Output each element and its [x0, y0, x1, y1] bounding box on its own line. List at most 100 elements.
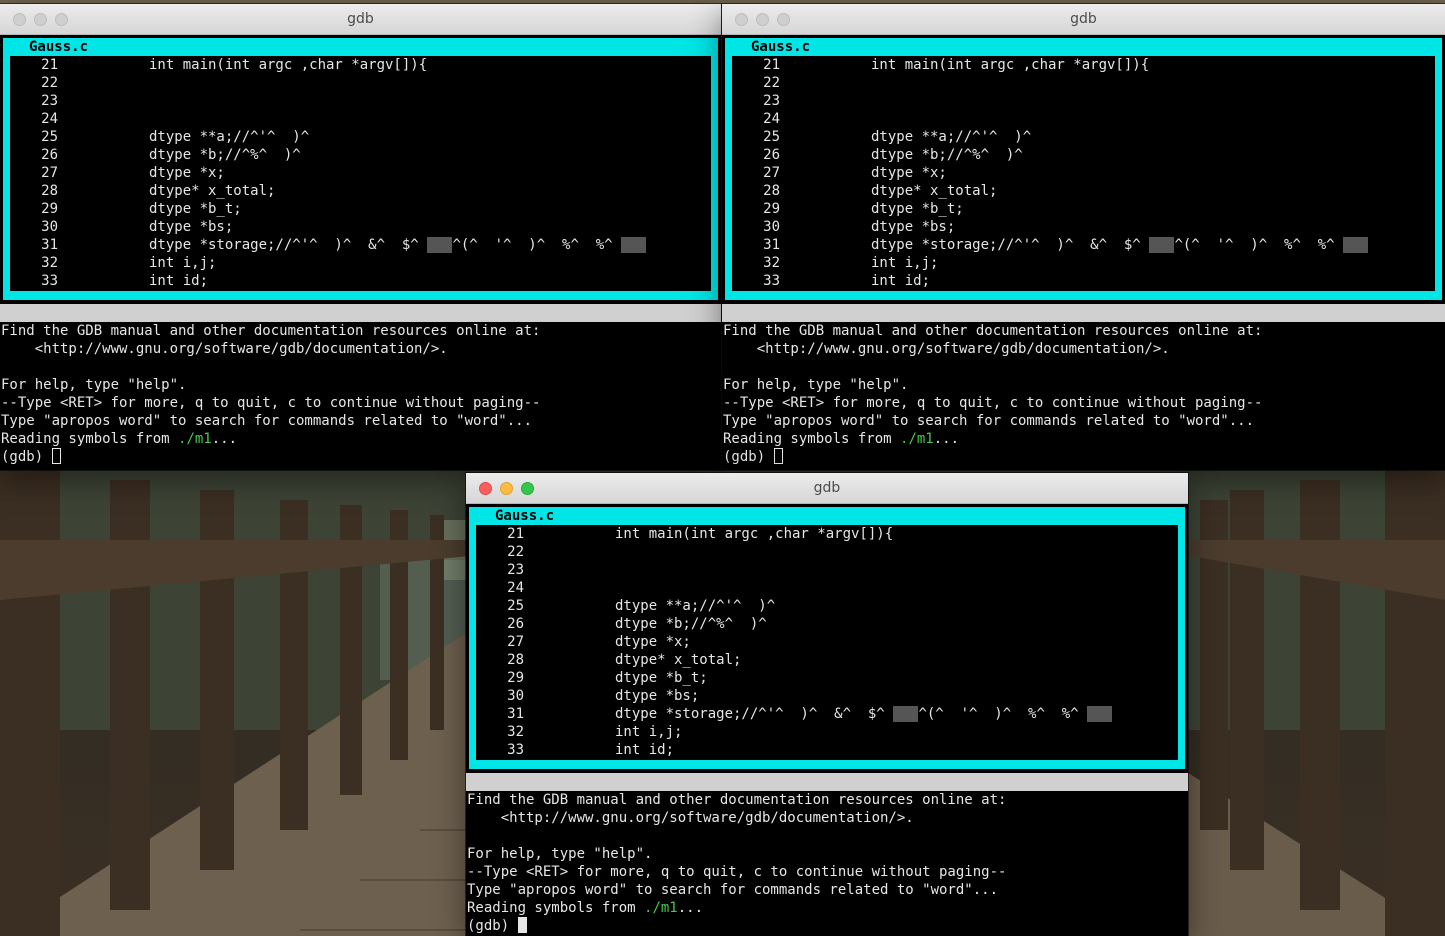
- code-fragment: dtype *storage;//^'^ )^ &^ $^: [871, 237, 1150, 253]
- line-number: 33: [507, 742, 524, 758]
- line-number: 26: [763, 147, 780, 163]
- command-console[interactable]: Find the GDB manual and other documentat…: [1, 322, 721, 466]
- console-line: <http://www.gnu.org/software/gdb/documen…: [467, 810, 914, 826]
- terminal[interactable]: Gauss.c 21 int main(int argc ,char *argv[…: [0, 35, 721, 470]
- line-number: 29: [41, 201, 58, 217]
- reading-prefix: Reading symbols from: [467, 900, 645, 916]
- unprintable-char-block: [1087, 706, 1113, 722]
- source-line: 27 dtype *x;: [10, 164, 711, 182]
- unprintable-char-block: [1149, 237, 1175, 253]
- gdb-window-3[interactable]: gdb Gauss.c 21 int main(int argc ,char *a…: [466, 473, 1188, 936]
- line-number: 32: [763, 255, 780, 271]
- title-bar[interactable]: gdb: [0, 4, 721, 35]
- source-line: 29 dtype *b_t;: [732, 200, 1435, 218]
- reading-prefix: Reading symbols from: [1, 431, 179, 447]
- binary-path: ./m1: [900, 431, 934, 447]
- line-number: 29: [763, 201, 780, 217]
- source-line: 28 dtype* x_total;: [476, 651, 1178, 669]
- line-number: 25: [507, 598, 524, 614]
- source-code: int id;: [871, 273, 931, 289]
- title-bar[interactable]: gdb: [466, 473, 1188, 504]
- source-line: 26 dtype *b;//^%^ )^: [476, 615, 1178, 633]
- source-line: 26 dtype *b;//^%^ )^: [10, 146, 711, 164]
- console-line: Find the GDB manual and other documentat…: [723, 323, 1263, 339]
- source-line: 29 dtype *b_t;: [476, 669, 1178, 687]
- line-number: 31: [41, 237, 58, 253]
- source-line: 26 dtype *b;//^%^ )^: [732, 146, 1435, 164]
- code-fragment: dtype *storage;//^'^ )^ &^ $^: [615, 706, 894, 722]
- title-bar[interactable]: gdb: [722, 4, 1445, 35]
- source-code: dtype *bs;: [149, 219, 234, 235]
- source-panel[interactable]: Gauss.c 21 int main(int argc ,char *argv[…: [469, 507, 1185, 769]
- source-code: dtype *b_t;: [615, 670, 708, 686]
- source-code: int main(int argc ,char *argv[]){: [871, 57, 1150, 73]
- line-number: 33: [41, 273, 58, 289]
- source-listing[interactable]: 21 int main(int argc ,char *argv[]){22 23 2…: [732, 56, 1435, 291]
- source-panel[interactable]: Gauss.c 21 int main(int argc ,char *argv[…: [3, 38, 718, 300]
- gdb-window-2[interactable]: gdb Gauss.c 21 int main(int argc ,char *a…: [722, 4, 1445, 470]
- source-code: dtype *x;: [149, 165, 225, 181]
- source-code: dtype **a;//^'^ )^: [871, 129, 1032, 145]
- source-line: 24: [10, 110, 711, 128]
- status-bar: exec No process In: L?? PC: ??: [722, 304, 1445, 375]
- source-line: 31 dtype *storage;//^'^ )^ &^ $^ ^(^ '^ )…: [10, 236, 711, 254]
- source-line: 27 dtype *x;: [476, 633, 1178, 651]
- terminal[interactable]: Gauss.c 21 int main(int argc ,char *argv[…: [722, 35, 1445, 470]
- prompt-line[interactable]: (gdb): [723, 448, 1445, 466]
- source-listing[interactable]: 21 int main(int argc ,char *argv[]){22 23 2…: [476, 525, 1178, 760]
- source-line: 25 dtype **a;//^'^ )^: [732, 128, 1435, 146]
- prompt-line[interactable]: (gdb): [467, 917, 1188, 935]
- line-number: 28: [41, 183, 58, 199]
- source-line: 33 int id;: [10, 272, 711, 290]
- source-code: dtype *b;//^%^ )^: [149, 147, 301, 163]
- line-number: 27: [763, 165, 780, 181]
- line-number: 24: [763, 111, 780, 127]
- source-line: 30 dtype *bs;: [10, 218, 711, 236]
- console-line: For help, type "help".: [723, 377, 909, 393]
- line-number: 31: [507, 706, 524, 722]
- source-line: 32 int i,j;: [476, 723, 1178, 741]
- source-code: dtype **a;//^'^ )^: [149, 129, 310, 145]
- source-line: 32 int i,j;: [10, 254, 711, 272]
- source-file-label: Gauss.c: [27, 38, 91, 56]
- command-console[interactable]: Find the GDB manual and other documentat…: [723, 322, 1445, 466]
- reading-symbols-line: Reading symbols from ./m1...: [723, 430, 1445, 448]
- source-code: int id;: [615, 742, 675, 758]
- prompt-line[interactable]: (gdb): [1, 448, 721, 466]
- line-number: 28: [507, 652, 524, 668]
- line-number: 21: [41, 57, 58, 73]
- console-line: <http://www.gnu.org/software/gdb/documen…: [723, 341, 1170, 357]
- source-line: 29 dtype *b_t;: [10, 200, 711, 218]
- source-code: dtype *b_t;: [149, 201, 242, 217]
- console-line: Type "apropos word" to search for comman…: [1, 413, 533, 429]
- reading-suffix: ...: [211, 431, 238, 447]
- line-number: 22: [763, 75, 780, 91]
- gdb-prompt: (gdb): [467, 918, 518, 934]
- source-panel[interactable]: Gauss.c 21 int main(int argc ,char *argv[…: [725, 38, 1442, 300]
- gdb-window-1[interactable]: gdb Gauss.c 21 int main(int argc ,char *a…: [0, 4, 721, 470]
- line-number: 24: [41, 111, 58, 127]
- terminal[interactable]: Gauss.c 21 int main(int argc ,char *argv[…: [466, 504, 1188, 936]
- source-listing[interactable]: 21 int main(int argc ,char *argv[]){22 23 2…: [10, 56, 711, 291]
- source-code: dtype *bs;: [615, 688, 700, 704]
- command-console[interactable]: Find the GDB manual and other documentat…: [467, 791, 1188, 935]
- console-line: Find the GDB manual and other documentat…: [467, 792, 1007, 808]
- source-line: 21 int main(int argc ,char *argv[]){: [10, 56, 711, 74]
- console-line: For help, type "help".: [467, 846, 653, 862]
- line-number: 23: [763, 93, 780, 109]
- source-code: dtype* x_total;: [615, 652, 742, 668]
- window-title: gdb: [1070, 11, 1097, 27]
- source-code: int i,j;: [149, 255, 217, 271]
- gdb-prompt: (gdb): [1, 449, 52, 465]
- source-line: 22: [476, 543, 1178, 561]
- code-fragment: ^(^ '^ )^ %^ %^: [452, 237, 622, 253]
- source-code: dtype* x_total;: [871, 183, 998, 199]
- console-line: <http://www.gnu.org/software/gdb/documen…: [1, 341, 448, 357]
- line-number: 33: [763, 273, 780, 289]
- source-line: 24: [732, 110, 1435, 128]
- source-line: 32 int i,j;: [732, 254, 1435, 272]
- line-number: 30: [41, 219, 58, 235]
- line-number: 29: [507, 670, 524, 686]
- line-number: 22: [41, 75, 58, 91]
